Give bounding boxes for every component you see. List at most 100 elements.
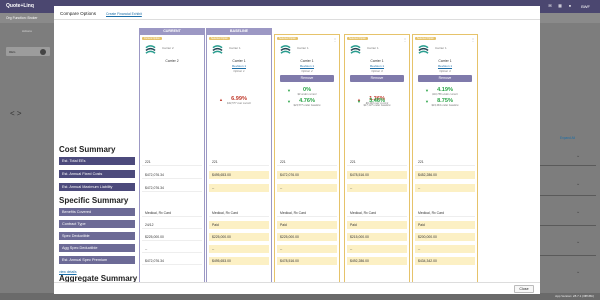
mail-icon[interactable]: ✉ [548, 4, 552, 8]
remove-button[interactable]: Remove [280, 75, 334, 82]
modal-title: Compare Options [60, 11, 97, 16]
close-button[interactable]: Close [514, 285, 534, 293]
modal-footer: Close [54, 282, 540, 294]
carrier-logo [418, 45, 429, 54]
row-label: Agg Spec Deductible [59, 244, 135, 252]
column-header: BASELINE [206, 28, 272, 35]
drag-handle-icon[interactable]: ⋮ [403, 37, 407, 42]
cost-summary-heading: Cost Summary [59, 145, 116, 154]
nav-arrows[interactable]: < > [10, 109, 22, 118]
value-cell: $492,286.00 [347, 257, 407, 265]
carrier-name: Carrier 1 [300, 59, 314, 63]
value-cell: $472,076.34 [142, 257, 202, 265]
option-column: Selected Option ⋮ Carrier 1 Carrier 1 Revisi… [412, 34, 478, 282]
revision-link[interactable]: Revision 1 [207, 64, 271, 68]
divider [540, 165, 596, 166]
value-cell: Medical, Rx Card [142, 209, 202, 217]
chip-label: REG [9, 49, 16, 54]
option-tag: Current Option [142, 37, 162, 40]
diff-vs-current: $19,786 under current [432, 93, 458, 96]
carrier-name: Carrier 1 [438, 59, 452, 63]
value-cell: Paid [277, 221, 337, 229]
modal-body: Cost Summary Est. Total EEs Est. Annual … [54, 20, 540, 282]
value-cell: -- [209, 184, 269, 192]
value-cell: Paid [415, 221, 475, 229]
remove-button[interactable]: Remove [350, 75, 404, 82]
value-cell: $478,516.00 [347, 171, 407, 179]
revision-link[interactable]: Revision 1 [275, 64, 339, 68]
value-cell: $434,342.00 [415, 257, 475, 265]
carrier-name: Carrier 2 [165, 59, 179, 63]
carrier-logo [280, 45, 291, 54]
value-cell: $225,000.00 [142, 233, 202, 241]
divider [540, 255, 596, 256]
carrier-name-small: Carrier 1 [297, 46, 309, 50]
grid-icon[interactable]: ▦ [558, 4, 562, 8]
carrier-name-small: Carrier 1 [367, 46, 379, 50]
option-label: Option 2 [301, 69, 313, 73]
carrier-logo [212, 45, 223, 54]
org-function[interactable]: Org Function: Broker [6, 16, 37, 20]
value-cell: $472,076.34 [142, 171, 202, 179]
option-column: CURRENT Current Option Carrier 2 Carrier 2 2… [139, 28, 205, 282]
check-icon [40, 48, 46, 55]
right-panel: Expand All ⌄ ⌄ ⌄ ⌄ ⌄ [540, 23, 600, 293]
value-cell: -- [415, 245, 475, 253]
option-column: Selected Option ⋮ Carrier 1 Carrier 1 Revisi… [344, 34, 410, 282]
carrier-name-small: Carrier 1 [229, 46, 241, 50]
option-tag: Selected Option [415, 37, 437, 40]
diff-vs-baseline: $43,363 under baseline [431, 104, 459, 107]
value-cell: -- [142, 245, 202, 253]
chevron-down-icon[interactable]: ⌄ [576, 209, 580, 215]
carrier-name-small: Carrier 1 [435, 46, 447, 50]
diff-vs-current: $0 under current [297, 93, 317, 96]
drag-handle-icon[interactable]: ⋮ [471, 37, 475, 42]
revision-link[interactable]: Revision 1 [345, 64, 409, 68]
diff-vs-current: $33,577 over current [227, 102, 251, 105]
value-cell: -- [209, 245, 269, 253]
carrier-name-small: Carrier 2 [162, 46, 174, 50]
compare-options-modal: Compare Options Create Financial Exhibit… [54, 6, 540, 294]
diff-vs-baseline: $23,577 under baseline [293, 104, 321, 107]
modal-header: Compare Options Create Financial Exhibit [54, 6, 540, 20]
actions-header: Actions [22, 29, 32, 33]
row-label: Est. Annual Maximum Liability [59, 183, 135, 191]
chevron-down-icon[interactable]: ⌄ [576, 153, 580, 159]
row-label: Benefits Covered [59, 208, 135, 216]
user-name[interactable]: BWF [581, 4, 590, 9]
remove-button[interactable]: Remove [418, 75, 472, 82]
row-label: Contract Type [59, 220, 135, 228]
option-label: Option 4 [439, 69, 451, 73]
value-cell: 221 [209, 158, 269, 166]
drag-handle-icon[interactable]: ⋮ [333, 37, 337, 42]
value-cell: $215,000.00 [347, 233, 407, 241]
carrier-logo [350, 45, 361, 54]
value-cell: Medical, Rx Card [209, 209, 269, 217]
value-cell: 221 [415, 158, 475, 166]
expand-all-link[interactable]: Expand All [560, 136, 575, 140]
value-cell: $452,286.00 [415, 171, 475, 179]
app-footer: App Version: 28.7.1 (3fff1f6b) [0, 293, 600, 300]
value-cell: $495,653.00 [209, 257, 269, 265]
value-cell: -- [277, 245, 337, 253]
value-cell: 24/12 [142, 221, 202, 229]
option-tag: Selected Option [209, 37, 231, 40]
value-cell: -- [415, 184, 475, 192]
reg-chip[interactable]: REG [6, 47, 50, 56]
value-cell: 221 [277, 158, 337, 166]
row-label: Est. Total EEs [59, 157, 135, 165]
chevron-down-icon[interactable]: ⌄ [576, 239, 580, 245]
user-icon[interactable]: ● [568, 4, 572, 8]
carrier-name: Carrier 1 [370, 59, 384, 63]
option-column: Selected Option ⋮ Carrier 1 Carrier 1 Revisi… [274, 34, 340, 282]
value-cell: $478,516.00 [277, 257, 337, 265]
revision-link[interactable]: Revision 1 [413, 64, 477, 68]
value-cell: $495,653.00 [209, 171, 269, 179]
create-financial-exhibit-link[interactable]: Create Financial Exhibit [106, 12, 142, 16]
value-cell: $225,000.00 [209, 233, 269, 241]
chevron-down-icon[interactable]: ⌄ [576, 181, 580, 187]
value-cell: $472,076.34 [142, 184, 202, 192]
chevron-down-icon[interactable]: ⌄ [576, 269, 580, 275]
value-cell: Medical, Rx Card [277, 209, 337, 217]
option-column: BASELINE Selected Option Carrier 1 Carrier … [206, 28, 272, 282]
